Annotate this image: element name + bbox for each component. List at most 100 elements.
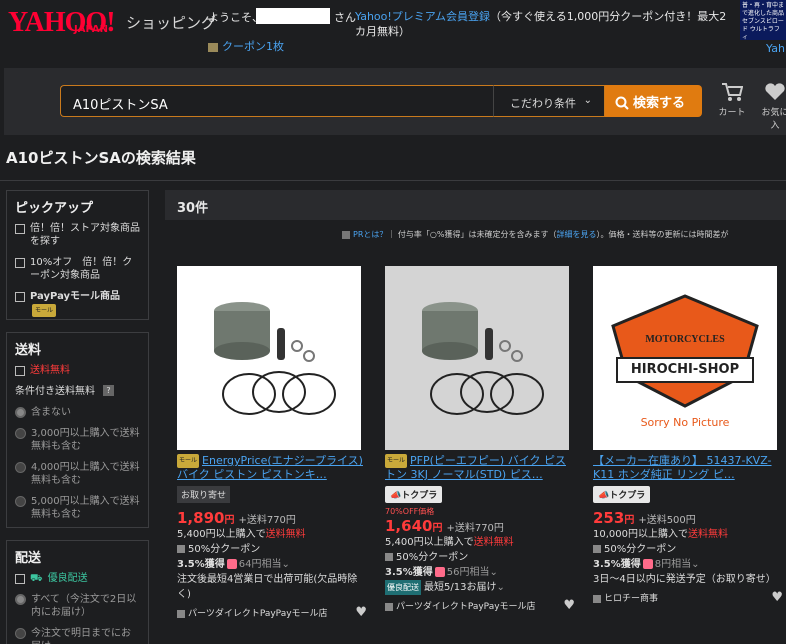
notice-tail: ）。価格・送料等の更新には時間差が	[596, 230, 729, 239]
radio-option[interactable]: 4,000円以上購入で送料無料も含む	[7, 461, 148, 487]
free-shipping-cond: 10,000円以上購入で送料無料	[593, 527, 783, 542]
result-count: 30件	[177, 201, 209, 216]
product-image[interactable]: MOTORCYCLES HIROCHI-SHOP Sorry No Pictur…	[593, 266, 777, 450]
chevron-down-icon[interactable]: ⌄	[691, 559, 699, 570]
favorites-label: お気に入	[761, 108, 786, 131]
radio-option[interactable]: 含まない	[7, 406, 148, 419]
premium-banner: Yahoo!プレミアム会員登録（今すぐ使える1,000円分クーポン付き！最大2カ…	[355, 9, 735, 39]
store-icon	[593, 594, 601, 603]
product-title[interactable]: モール PFP(ピーエフピー) バイク ピストン 3KJ ノーマル(STD) ピス…	[385, 454, 575, 484]
pickup-item-paypay[interactable]: PayPayモール商品 モール	[7, 290, 148, 317]
notice-bar: PRとは？｜ 付与率「○%獲得」は未確定分を含みます（詳細を見る）。価格・送料等…	[342, 229, 729, 240]
chevron-down-icon[interactable]: ⌄	[281, 559, 289, 570]
radio-button[interactable]	[15, 496, 26, 507]
pickup-item-label: 10%オフ 倍！倍！クーポン対象商品	[30, 257, 133, 281]
pickup-item-store[interactable]: 倍！倍！ストア対象商品を探す	[7, 222, 148, 248]
seller-name[interactable]: パーツダイレクトPayPayモール店	[188, 609, 328, 619]
pr-icon	[342, 230, 350, 239]
pickup-item-coupon[interactable]: 10%オフ 倍！倍！クーポン対象商品	[7, 256, 148, 282]
free-shipping-label: 送料無料	[30, 365, 70, 376]
radio-button[interactable]	[15, 428, 26, 439]
coupon-icon	[385, 553, 393, 561]
radio-button[interactable]	[15, 462, 26, 473]
free-cond-text: 10,000円以上購入で	[593, 529, 688, 540]
radio-button[interactable]	[15, 594, 26, 605]
shipping-panel: 送料 送料無料 条件付き送料無料? 含まない 3,000円以上購入で送料無料も含…	[6, 332, 149, 528]
seller-row: ヒロチー商事 ♥	[593, 590, 783, 605]
chevron-down-icon[interactable]: ⌄	[489, 567, 497, 578]
product-title-link[interactable]: 【メーカー在庫あり】 51437-KVZ-K11 ホンダ純正 リング ピ…	[593, 454, 772, 481]
coupon-text: 50%分クーポン	[396, 552, 469, 563]
checkbox[interactable]	[15, 292, 25, 302]
checkbox[interactable]	[15, 224, 25, 234]
radio-option[interactable]: 3,000円以上購入で送料無料も含む	[7, 427, 148, 453]
heart-icon[interactable]: ♥	[563, 598, 575, 613]
search-button[interactable]: 検索する	[605, 85, 702, 117]
heart-icon[interactable]: ♥	[355, 605, 367, 620]
price-row: 253円 +送料500円	[593, 509, 783, 527]
checkbox[interactable]	[15, 366, 25, 376]
help-icon[interactable]: ?	[103, 385, 114, 396]
favorites-button[interactable]: お気に入	[758, 82, 786, 131]
coupon-link[interactable]: クーポン1枚	[208, 38, 284, 54]
points-value: 64円相当	[238, 559, 282, 570]
points-rate: 3.5%獲得	[385, 567, 433, 578]
seller-name[interactable]: パーツダイレクトPayPayモール店	[396, 602, 536, 612]
logo-main-text: HIROCHI-SHOP	[630, 362, 740, 377]
product-title-link[interactable]: PFP(ピーエフピー) バイク ピストン 3KJ ノーマル(STD) ピス…	[385, 454, 566, 481]
product-image[interactable]	[177, 266, 361, 450]
conditional-free-label: 条件付き送料無料	[15, 386, 95, 397]
detail-link[interactable]: 詳細を見る	[557, 230, 597, 239]
delivery-panel: 配送 ⛟ 優良配送 すべて（今注文で2日以内にお届け） 今注文で明日までにお届け	[6, 540, 149, 644]
logo-shopping[interactable]: ショッピング	[126, 12, 216, 33]
cart-icon	[722, 83, 744, 101]
price-unit: 円	[624, 515, 635, 526]
radio-option[interactable]: 今注文で明日までにお届け	[7, 627, 148, 644]
checkbox[interactable]	[15, 574, 25, 584]
ad-link[interactable]: Yah	[766, 42, 785, 55]
free-cond-text: 5,400円以上購入で	[385, 537, 474, 548]
points-value: 56円相当	[446, 567, 490, 578]
ad-banner[interactable]: 普・再・育中まで進化した商品 セブンスビロード ウルトラフィ	[740, 0, 786, 40]
product-title[interactable]: 【メーカー在庫あり】 51437-KVZ-K11 ホンダ純正 リング ピ…	[593, 454, 783, 484]
heart-icon[interactable]: ♥	[771, 590, 783, 605]
coupon-text: 50%分クーポン	[604, 544, 677, 555]
free-shipping-filter[interactable]: 送料無料	[7, 364, 148, 377]
chevron-down-icon[interactable]: ⌄	[496, 582, 504, 593]
megaphone-icon: 📣	[598, 491, 610, 501]
username-redacted	[256, 8, 330, 24]
search-input[interactable]: A10ピストンSA	[60, 85, 494, 117]
radio-label: 今注文で明日までにお届け	[31, 628, 131, 644]
product-title-link[interactable]: EnergyPrice(エナジープライス) バイク ピストン ピストンキ…	[177, 454, 363, 481]
tokupura-badge: 📣トクプラ	[385, 486, 443, 503]
free-shipping-cond: 5,400円以上購入で送料無料	[177, 527, 367, 542]
cart-button[interactable]: カート	[716, 82, 748, 118]
product-image[interactable]	[385, 266, 569, 450]
radio-label: 5,000円以上購入で送料無料も含む	[31, 496, 140, 520]
premium-link[interactable]: Yahoo!プレミアム会員登録	[355, 10, 490, 23]
radio-button[interactable]	[15, 407, 26, 418]
radio-button[interactable]	[15, 628, 26, 639]
order-badge: お取り寄せ	[177, 486, 231, 503]
product-title[interactable]: モール EnergyPrice(エナジープライス) バイク ピストン ピストンキ…	[177, 454, 367, 484]
condition-dropdown[interactable]: こだわり条件 ⌄	[493, 85, 605, 117]
radio-option[interactable]: すべて（今注文で2日以内にお届け）	[7, 593, 148, 619]
coupon-icon	[177, 545, 185, 553]
checkbox[interactable]	[15, 258, 25, 268]
sorry-text: Sorry No Picture	[640, 416, 730, 429]
mall-tag: モール	[385, 454, 408, 468]
good-delivery-label: 優良配送	[47, 573, 88, 584]
points-rate: 3.5%獲得	[593, 559, 641, 570]
conditional-free-title: 条件付き送料無料?	[7, 385, 148, 398]
notice-text: ｜ 付与率「○%獲得」は未確定分を含みます（	[387, 230, 557, 239]
piston-image	[214, 302, 336, 415]
price-row: 1,640円 +送料770円	[385, 517, 575, 535]
seller-name[interactable]: ヒロチー商事	[604, 594, 658, 604]
san-text: さん	[334, 11, 356, 24]
free-cond-text: 5,400円以上購入で	[177, 529, 266, 540]
megaphone-icon: 📣	[390, 491, 402, 501]
good-delivery-filter[interactable]: ⛟ 優良配送	[7, 572, 148, 585]
pr-link[interactable]: PRとは？	[353, 230, 387, 239]
radio-option[interactable]: 5,000円以上購入で送料無料も含む	[7, 495, 148, 521]
delivery-info: 3日〜4日以内に発送予定（お取り寄せ）	[593, 574, 776, 585]
